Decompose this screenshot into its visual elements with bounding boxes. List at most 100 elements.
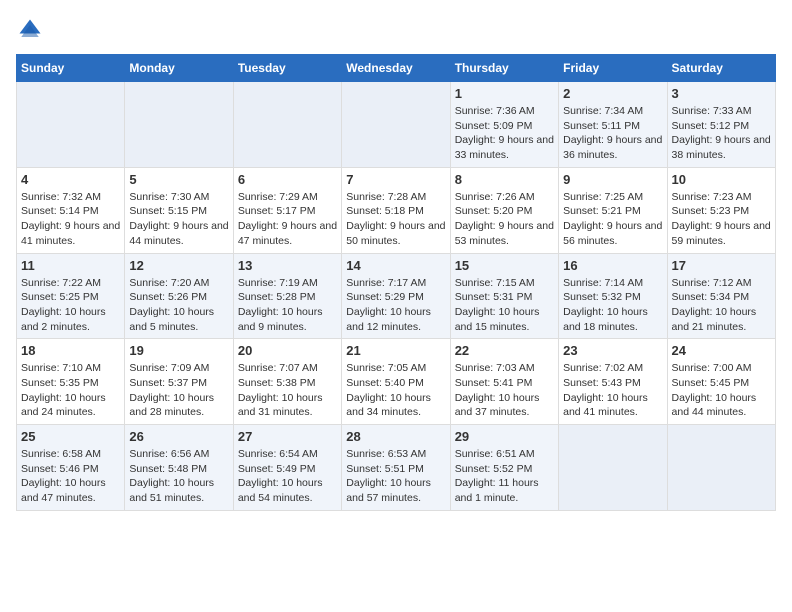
- day-number: 21: [346, 343, 445, 358]
- day-number: 6: [238, 172, 337, 187]
- day-info: Sunrise: 7:29 AMSunset: 5:17 PMDaylight:…: [238, 190, 337, 249]
- day-number: 27: [238, 429, 337, 444]
- day-info: Sunrise: 7:22 AMSunset: 5:25 PMDaylight:…: [21, 276, 120, 335]
- day-number: 10: [672, 172, 771, 187]
- calendar-day-cell: 11 Sunrise: 7:22 AMSunset: 5:25 PMDayligh…: [17, 253, 125, 339]
- day-number: 5: [129, 172, 228, 187]
- calendar-day-cell: 10 Sunrise: 7:23 AMSunset: 5:23 PMDayligh…: [667, 167, 775, 253]
- day-number: 13: [238, 258, 337, 273]
- day-number: 14: [346, 258, 445, 273]
- weekday-header: Thursday: [450, 55, 558, 82]
- day-info: Sunrise: 6:56 AMSunset: 5:48 PMDaylight:…: [129, 447, 228, 506]
- calendar-day-cell: 22 Sunrise: 7:03 AMSunset: 5:41 PMDayligh…: [450, 339, 558, 425]
- day-number: 15: [455, 258, 554, 273]
- calendar-day-cell: 3 Sunrise: 7:33 AMSunset: 5:12 PMDaylight…: [667, 82, 775, 168]
- day-info: Sunrise: 7:25 AMSunset: 5:21 PMDaylight:…: [563, 190, 662, 249]
- calendar-week-row: 4 Sunrise: 7:32 AMSunset: 5:14 PMDaylight…: [17, 167, 776, 253]
- calendar-day-cell: 20 Sunrise: 7:07 AMSunset: 5:38 PMDayligh…: [233, 339, 341, 425]
- calendar-day-cell: 24 Sunrise: 7:00 AMSunset: 5:45 PMDayligh…: [667, 339, 775, 425]
- day-info: Sunrise: 7:23 AMSunset: 5:23 PMDaylight:…: [672, 190, 771, 249]
- calendar-day-cell: [125, 82, 233, 168]
- day-number: 23: [563, 343, 662, 358]
- calendar-day-cell: 1 Sunrise: 7:36 AMSunset: 5:09 PMDaylight…: [450, 82, 558, 168]
- page-header: [16, 16, 776, 44]
- day-number: 9: [563, 172, 662, 187]
- day-number: 24: [672, 343, 771, 358]
- day-info: Sunrise: 6:54 AMSunset: 5:49 PMDaylight:…: [238, 447, 337, 506]
- day-info: Sunrise: 7:33 AMSunset: 5:12 PMDaylight:…: [672, 104, 771, 163]
- day-number: 28: [346, 429, 445, 444]
- day-info: Sunrise: 7:07 AMSunset: 5:38 PMDaylight:…: [238, 361, 337, 420]
- day-info: Sunrise: 6:51 AMSunset: 5:52 PMDaylight:…: [455, 447, 554, 506]
- day-info: Sunrise: 7:17 AMSunset: 5:29 PMDaylight:…: [346, 276, 445, 335]
- day-info: Sunrise: 7:30 AMSunset: 5:15 PMDaylight:…: [129, 190, 228, 249]
- calendar-day-cell: 25 Sunrise: 6:58 AMSunset: 5:46 PMDayligh…: [17, 425, 125, 511]
- calendar-table: SundayMondayTuesdayWednesdayThursdayFrid…: [16, 54, 776, 511]
- calendar-day-cell: 19Sunrise: 7:09 AMSunset: 5:37 PMDayligh…: [125, 339, 233, 425]
- day-number: 25: [21, 429, 120, 444]
- calendar-week-row: 25 Sunrise: 6:58 AMSunset: 5:46 PMDayligh…: [17, 425, 776, 511]
- day-info: Sunrise: 7:26 AMSunset: 5:20 PMDaylight:…: [455, 190, 554, 249]
- calendar-day-cell: [233, 82, 341, 168]
- calendar-day-cell: 17 Sunrise: 7:12 AMSunset: 5:34 PMDayligh…: [667, 253, 775, 339]
- day-info: Sunrise: 7:10 AMSunset: 5:35 PMDaylight:…: [21, 361, 120, 420]
- day-info: Sunrise: 7:19 AMSunset: 5:28 PMDaylight:…: [238, 276, 337, 335]
- day-number: 20: [238, 343, 337, 358]
- calendar-day-cell: 4 Sunrise: 7:32 AMSunset: 5:14 PMDaylight…: [17, 167, 125, 253]
- day-info: Sunrise: 7:15 AMSunset: 5:31 PMDaylight:…: [455, 276, 554, 335]
- logo: [16, 16, 48, 44]
- calendar-day-cell: 15 Sunrise: 7:15 AMSunset: 5:31 PMDayligh…: [450, 253, 558, 339]
- weekday-header: Saturday: [667, 55, 775, 82]
- weekday-header: Tuesday: [233, 55, 341, 82]
- calendar-day-cell: 29Sunrise: 6:51 AMSunset: 5:52 PMDayligh…: [450, 425, 558, 511]
- calendar-day-cell: [559, 425, 667, 511]
- day-info: Sunrise: 7:00 AMSunset: 5:45 PMDaylight:…: [672, 361, 771, 420]
- calendar-day-cell: 14 Sunrise: 7:17 AMSunset: 5:29 PMDayligh…: [342, 253, 450, 339]
- day-number: 3: [672, 86, 771, 101]
- day-info: Sunrise: 7:32 AMSunset: 5:14 PMDaylight:…: [21, 190, 120, 249]
- calendar-day-cell: 9 Sunrise: 7:25 AMSunset: 5:21 PMDaylight…: [559, 167, 667, 253]
- weekday-header: Friday: [559, 55, 667, 82]
- calendar-week-row: 1 Sunrise: 7:36 AMSunset: 5:09 PMDaylight…: [17, 82, 776, 168]
- weekday-header: Wednesday: [342, 55, 450, 82]
- calendar-day-cell: [667, 425, 775, 511]
- day-info: Sunrise: 7:34 AMSunset: 5:11 PMDaylight:…: [563, 104, 662, 163]
- day-info: Sunrise: 7:03 AMSunset: 5:41 PMDaylight:…: [455, 361, 554, 420]
- day-number: 7: [346, 172, 445, 187]
- weekday-header-row: SundayMondayTuesdayWednesdayThursdayFrid…: [17, 55, 776, 82]
- day-info: Sunrise: 7:28 AMSunset: 5:18 PMDaylight:…: [346, 190, 445, 249]
- calendar-day-cell: 26 Sunrise: 6:56 AMSunset: 5:48 PMDayligh…: [125, 425, 233, 511]
- calendar-day-cell: 7 Sunrise: 7:28 AMSunset: 5:18 PMDaylight…: [342, 167, 450, 253]
- day-number: 11: [21, 258, 120, 273]
- day-info: Sunrise: 6:58 AMSunset: 5:46 PMDaylight:…: [21, 447, 120, 506]
- day-number: 22: [455, 343, 554, 358]
- day-number: 16: [563, 258, 662, 273]
- calendar-day-cell: 12 Sunrise: 7:20 AMSunset: 5:26 PMDayligh…: [125, 253, 233, 339]
- day-number: 18: [21, 343, 120, 358]
- calendar-week-row: 18 Sunrise: 7:10 AMSunset: 5:35 PMDayligh…: [17, 339, 776, 425]
- calendar-day-cell: 28 Sunrise: 6:53 AMSunset: 5:51 PMDayligh…: [342, 425, 450, 511]
- day-number: 17: [672, 258, 771, 273]
- calendar-day-cell: 16 Sunrise: 7:14 AMSunset: 5:32 PMDayligh…: [559, 253, 667, 339]
- calendar-day-cell: 13 Sunrise: 7:19 AMSunset: 5:28 PMDayligh…: [233, 253, 341, 339]
- day-info: Sunrise: 7:20 AMSunset: 5:26 PMDaylight:…: [129, 276, 228, 335]
- day-info: Sunrise: 7:09 AMSunset: 5:37 PMDaylight:…: [129, 361, 228, 420]
- calendar-day-cell: 21 Sunrise: 7:05 AMSunset: 5:40 PMDayligh…: [342, 339, 450, 425]
- day-info: Sunrise: 7:14 AMSunset: 5:32 PMDaylight:…: [563, 276, 662, 335]
- calendar-week-row: 11 Sunrise: 7:22 AMSunset: 5:25 PMDayligh…: [17, 253, 776, 339]
- day-info: Sunrise: 6:53 AMSunset: 5:51 PMDaylight:…: [346, 447, 445, 506]
- day-number: 2: [563, 86, 662, 101]
- day-number: 4: [21, 172, 120, 187]
- day-number: 1: [455, 86, 554, 101]
- logo-icon: [16, 16, 44, 44]
- calendar-day-cell: [342, 82, 450, 168]
- day-number: 8: [455, 172, 554, 187]
- day-info: Sunrise: 7:05 AMSunset: 5:40 PMDaylight:…: [346, 361, 445, 420]
- day-info: Sunrise: 7:12 AMSunset: 5:34 PMDaylight:…: [672, 276, 771, 335]
- day-number: 26: [129, 429, 228, 444]
- calendar-day-cell: 6 Sunrise: 7:29 AMSunset: 5:17 PMDaylight…: [233, 167, 341, 253]
- day-info: Sunrise: 7:02 AMSunset: 5:43 PMDaylight:…: [563, 361, 662, 420]
- calendar-day-cell: 8 Sunrise: 7:26 AMSunset: 5:20 PMDaylight…: [450, 167, 558, 253]
- day-number: 12: [129, 258, 228, 273]
- day-info: Sunrise: 7:36 AMSunset: 5:09 PMDaylight:…: [455, 104, 554, 163]
